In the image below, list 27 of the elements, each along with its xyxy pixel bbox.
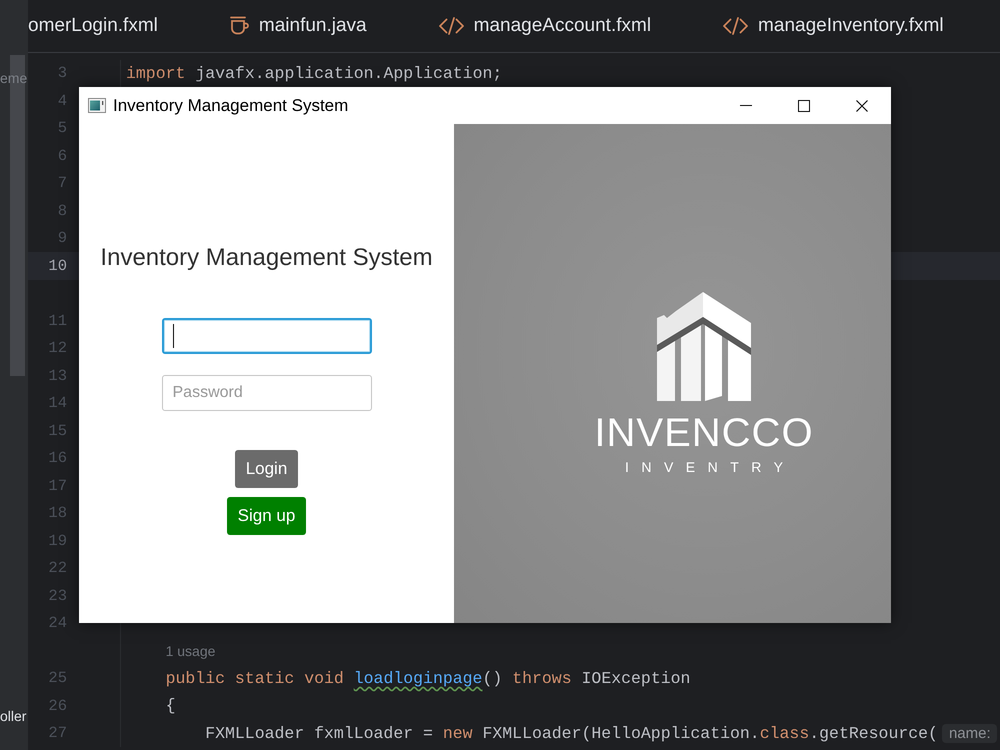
maximize-icon <box>798 100 810 112</box>
code-line: public static void loadloginpage() throws IOException <box>166 668 690 688</box>
code-line: FXMLLoader fxmlLoader = new FXMLLoader(HelloApplication.class.getResource( <box>205 724 938 743</box>
text-field[interactable] <box>162 318 372 354</box>
login-button[interactable]: Login <box>234 450 298 488</box>
window-title: Inventory Management System <box>113 96 348 116</box>
parameter-hint: name: <box>942 724 997 743</box>
password-field[interactable]: Password <box>162 375 372 411</box>
logo-tagline: INVENTRY <box>624 460 796 474</box>
heading: Inventory Management System <box>100 244 433 272</box>
coffee-cup-icon <box>230 16 249 36</box>
code-icon <box>723 17 748 35</box>
editor-tab[interactable]: manageAccount.fxml <box>438 11 652 41</box>
line-number: 10 <box>48 256 67 275</box>
sign-up-button[interactable]: Sign up <box>226 497 306 535</box>
close-icon <box>856 100 868 112</box>
app-window-icon <box>88 98 106 113</box>
code-line: { <box>166 696 176 716</box>
logo-wordmark: INVENCCO <box>594 413 814 453</box>
editor-tab[interactable]: mainfun.java <box>230 11 367 41</box>
text-cursor <box>172 324 174 348</box>
project-tree-item[interactable]: oller <box>0 707 28 725</box>
editor-tab[interactable]: manageInventory.fxml <box>723 11 944 41</box>
editor-tab[interactable]: omerLogin.fxml <box>28 11 158 41</box>
code-line: import javafx.application.Application; <box>126 64 502 83</box>
code-icon <box>438 17 464 35</box>
minimize-icon <box>740 105 752 106</box>
